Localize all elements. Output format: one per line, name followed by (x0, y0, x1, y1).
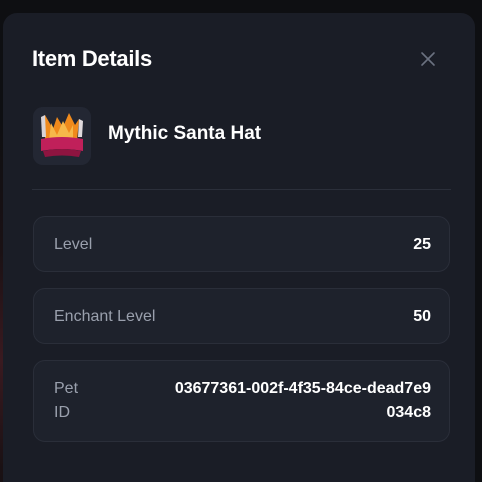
detail-row-enchant-level: Enchant Level 50 (33, 288, 450, 344)
divider (32, 189, 451, 190)
santa-hat-icon (33, 107, 91, 165)
level-label: Level (54, 236, 93, 253)
detail-row-level: Level 25 (33, 216, 450, 272)
level-value: 25 (413, 236, 431, 253)
pet-id-label: Pet ID (54, 380, 79, 421)
item-details-modal: Item Details Mythic Santa Hat Level 25 E… (3, 13, 475, 482)
enchant-level-label: Enchant Level (54, 308, 156, 325)
item-thumbnail (33, 107, 91, 165)
modal-title: Item Details (32, 46, 152, 71)
item-name: Mythic Santa Hat (108, 123, 262, 144)
detail-row-pet-id: Pet ID 03677361-002f-4f35-84ce-dead7e903… (33, 360, 450, 442)
close-icon (421, 52, 435, 66)
enchant-level-value: 50 (413, 308, 431, 325)
pet-id-value: 03677361-002f-4f35-84ce-dead7e9034c8 (174, 380, 431, 421)
close-button[interactable] (416, 47, 440, 71)
